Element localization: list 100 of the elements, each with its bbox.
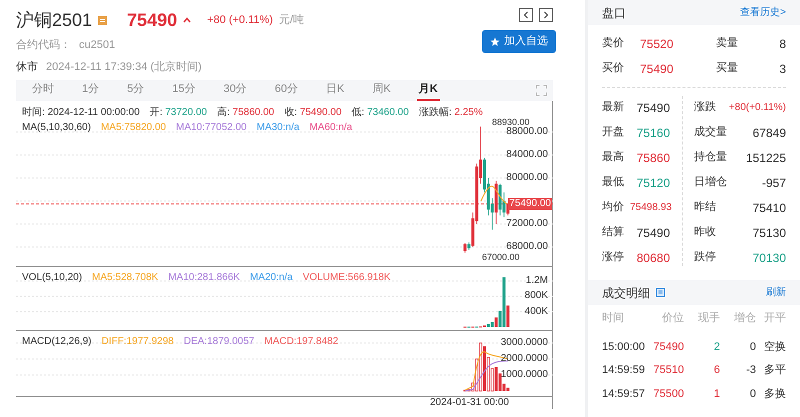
table-cell-text: 14:59:57: [602, 386, 646, 402]
axis-tick-label: 3000.0000: [500, 337, 548, 349]
ohlc-info: 低: 73460.00: [352, 106, 409, 120]
field-label: 结算: [602, 226, 624, 238]
table-cell-text: -3: [745, 363, 756, 378]
field-value: 75520: [640, 36, 674, 52]
indicator-value: MA5:528.708K: [92, 271, 158, 285]
period-tab[interactable]: 30分: [222, 80, 249, 101]
axis-tick-label: 80000.00: [506, 172, 548, 184]
field-label: 最高: [602, 151, 624, 164]
field-label: 均价: [602, 201, 624, 214]
field-value: 75490: [640, 60, 674, 78]
field-value: 75130: [752, 224, 786, 242]
period-tab[interactable]: 日K: [324, 80, 346, 101]
table-cell-text: 多换: [763, 386, 786, 402]
market-status: 休市: [16, 60, 38, 74]
ohlc-info: 时间: 2024-12-11 00:00:00: [22, 106, 140, 120]
indicator-value: MA10:281.866K: [168, 271, 240, 285]
field-value: -957: [760, 174, 786, 192]
axis-tick-label: 2000.0000: [500, 353, 548, 365]
field-value: +80(+0.11%): [728, 101, 786, 115]
field-label: 卖量: [715, 36, 739, 52]
add-watchlist-button[interactable]: 加入自选: [482, 30, 556, 53]
document-icon[interactable]: [656, 288, 665, 297]
indicator-value: MACD:197.8482: [264, 335, 338, 349]
field-value: 80680: [636, 250, 670, 266]
field-label: 跌停: [694, 251, 716, 264]
period-tab[interactable]: 周K: [370, 80, 393, 101]
chevron-right-icon: [543, 11, 549, 19]
table-cell-text: 75500: [652, 386, 684, 402]
axis-tick-label: 1.2M: [526, 275, 548, 287]
period-tab[interactable]: 5分: [125, 80, 146, 101]
field-label: 涨停: [602, 251, 624, 264]
field-value: 3: [779, 60, 786, 78]
history-link[interactable]: 查看历史>: [740, 5, 786, 20]
indicator-label: VOL(5,10,20): [22, 271, 82, 285]
field-value: 75410: [752, 200, 786, 216]
volume-bars-drawing: [464, 277, 510, 328]
moving-average-line: [480, 186, 508, 204]
period-tab[interactable]: 1分: [80, 80, 102, 101]
panel-title: 成交明细: [602, 284, 650, 302]
table-cell-text: 0: [748, 386, 756, 402]
table-cell-text: 2: [712, 340, 720, 354]
field-value: 75498.93: [630, 201, 670, 215]
table-cell-text: 14:59:59: [602, 363, 646, 378]
code-label: 合约代码：: [16, 38, 71, 53]
table-cell-text: 6: [712, 363, 720, 378]
column-header: 增仓: [733, 310, 756, 326]
table-cell-text: 75490: [652, 340, 684, 354]
refresh-link[interactable]: 刷新: [766, 285, 786, 300]
field-label: 卖价: [602, 36, 625, 52]
axis-tick-label: 800K: [524, 290, 548, 302]
badge-icon: [98, 16, 108, 24]
next-button[interactable]: [539, 8, 553, 22]
field-label: 昨收: [694, 226, 716, 238]
field-label: 昨结: [694, 201, 716, 214]
axis-tick-label: 1000.0000: [500, 369, 548, 381]
table-cell-text: 75510: [652, 363, 684, 378]
table-cell-text: 15:00:00: [602, 340, 646, 354]
indicator-value: MA10:77052.00: [176, 121, 247, 135]
contract-code: cu2501: [79, 38, 116, 53]
x-axis-label: 2024-01-31 00:00: [430, 397, 509, 409]
indicator-value: DIFF:1977.9298: [101, 335, 174, 349]
last-price-tag: 75490.00: [508, 198, 552, 210]
field-label: 最低: [602, 176, 624, 188]
price-change: +80 (+0.11%): [207, 12, 273, 28]
field-label: 持仓量: [694, 151, 727, 164]
axis-tick-label: 68000.00: [506, 241, 548, 253]
ohlc-info: 涨跌幅: 2.25%: [418, 106, 483, 120]
table-cell-text: 1: [712, 386, 720, 402]
up-caret-icon: [183, 17, 192, 23]
column-header: 开平: [763, 310, 786, 326]
indicator-label: MA(5,10,30,60): [22, 121, 91, 135]
last-price: 75490: [127, 8, 178, 32]
field-label: 涨跌: [694, 101, 716, 114]
table-cell-text: 多平: [763, 363, 786, 378]
field-value: 75490: [636, 100, 670, 116]
period-tab[interactable]: 15分: [170, 80, 198, 101]
axis-tick-label: 84000.00: [506, 149, 548, 161]
column-header: 价位: [661, 310, 684, 326]
low-price-marker: 67000.00: [482, 252, 520, 262]
field-value: 75860: [636, 150, 670, 166]
field-value: 75120: [636, 174, 670, 192]
indicator-value: MA5:75820.00: [100, 121, 166, 135]
field-label: 买价: [602, 61, 625, 76]
field-label: 日增仓: [694, 176, 727, 188]
period-tab[interactable]: 60分: [272, 80, 300, 101]
table-cell-text: 0: [748, 340, 756, 354]
previous-button[interactable]: [519, 8, 533, 22]
period-tab[interactable]: 月K: [416, 80, 440, 101]
field-value: 75490: [636, 224, 670, 242]
field-label: 最新: [602, 101, 624, 114]
indicator-label: MACD(12,26,9): [22, 335, 92, 349]
field-value: 151225: [744, 150, 786, 166]
field-value: 70130: [752, 250, 786, 266]
price-unit: 元/吨: [278, 12, 304, 28]
chevron-left-icon: [523, 11, 529, 19]
period-tab[interactable]: 分时: [30, 80, 56, 101]
axis-tick-label: 88000.00: [506, 126, 548, 138]
indicator-value: MA30:n/a: [256, 121, 300, 135]
